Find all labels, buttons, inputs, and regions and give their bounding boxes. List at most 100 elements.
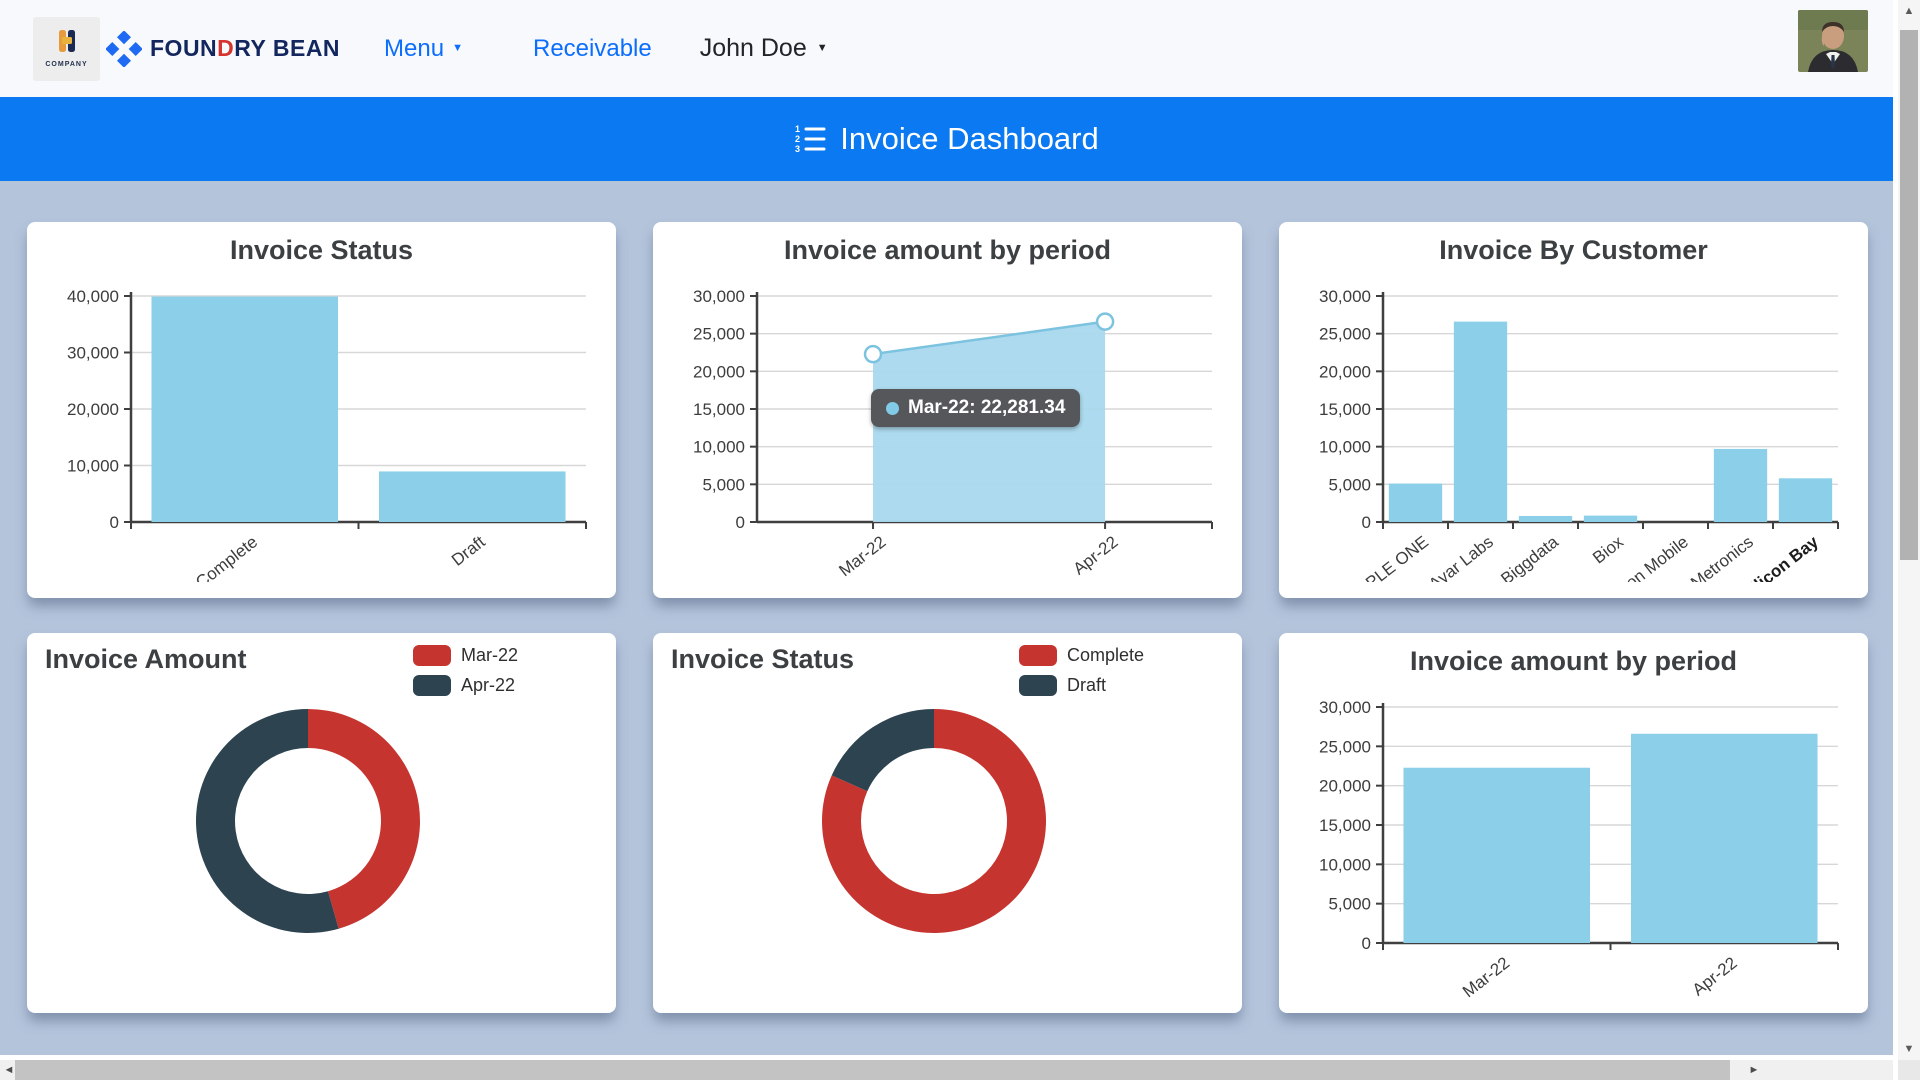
legend-label: Complete [1067, 645, 1144, 666]
chart-title: Invoice By Customer [1279, 222, 1868, 266]
card-invoice-amount-by-period-area: Invoice amount by period 0 5,000 10,000 15,… [653, 222, 1242, 598]
brand-foundry-bean[interactable]: FOUNDRY BEAN [106, 31, 340, 67]
chevron-down-icon: ▼ [452, 43, 463, 54]
chart-title: Invoice amount by period [653, 222, 1242, 266]
legend-item[interactable]: Mar-22 [413, 645, 518, 666]
legend-swatch [413, 645, 451, 666]
svg-text:30,000: 30,000 [1319, 287, 1371, 306]
donut-chart-invoice-amount[interactable] [192, 705, 424, 942]
tooltip-text: Mar-22: 22,281.34 [908, 397, 1065, 419]
company-logo[interactable]: COMPANY [33, 17, 100, 81]
svg-text:Mar-22: Mar-22 [1459, 953, 1513, 1001]
brand-diamond-icon [106, 31, 142, 67]
navbar: COMPANY FOUNDRY BEAN Menu ▼ Receivable J… [0, 0, 1893, 97]
company-logo-label: COMPANY [45, 61, 87, 68]
scroll-right-arrow[interactable]: ► [1745, 1060, 1763, 1080]
chart-legend: Complete Draft [1019, 645, 1144, 696]
chart-title: Invoice Amount [45, 644, 247, 675]
user-name: John Doe [700, 34, 807, 63]
svg-text:25,000: 25,000 [693, 325, 745, 344]
legend-swatch [1019, 675, 1057, 696]
svg-text:15,000: 15,000 [693, 400, 745, 419]
legend-item[interactable]: Draft [1019, 675, 1144, 696]
legend-label: Draft [1067, 675, 1106, 696]
bar-chart-invoice-amount-period[interactable]: 0 5,000 10,000 15,000 20,000 25,000 30,000 Mar-… [1291, 693, 1856, 1008]
legend-item[interactable]: Apr-22 [413, 675, 518, 696]
svg-text:Ayar Labs: Ayar Labs [1425, 532, 1497, 582]
svg-text:10,000: 10,000 [67, 457, 119, 476]
chart-title: Invoice Status [671, 644, 854, 675]
menu-dropdown[interactable]: Menu ▼ [384, 35, 463, 63]
svg-text:0: 0 [1362, 934, 1371, 953]
svg-text:0: 0 [736, 513, 745, 532]
chevron-down-icon: ▼ [817, 43, 828, 54]
nav-link-receivable[interactable]: Receivable [533, 35, 652, 63]
browser-page: COMPANY FOUNDRY BEAN Menu ▼ Receivable J… [0, 0, 1920, 1080]
svg-text:20,000: 20,000 [693, 362, 745, 381]
brand-name: FOUNDRY BEAN [150, 35, 340, 62]
svg-text:5,000: 5,000 [1328, 895, 1371, 914]
svg-text:3: 3 [795, 144, 800, 154]
horizontal-scrollbar[interactable]: ◄ ► [0, 1060, 1893, 1080]
svg-text:Complete: Complete [192, 532, 261, 582]
svg-text:30,000: 30,000 [693, 287, 745, 306]
legend-swatch [413, 675, 451, 696]
svg-text:30,000: 30,000 [1319, 698, 1371, 717]
receivable-label: Receivable [533, 35, 652, 63]
menu-label: Menu [384, 35, 444, 63]
svg-text:10,000: 10,000 [1319, 855, 1371, 874]
card-grid: Invoice Status 010,00020,00030,00040,000… [0, 181, 1893, 1013]
donut-chart-invoice-status[interactable] [818, 705, 1050, 942]
scroll-down-arrow[interactable]: ▼ [1898, 1040, 1920, 1058]
avatar-photo [1798, 10, 1868, 72]
svg-text:2: 2 [795, 134, 800, 144]
chart-title: Invoice amount by period [1279, 633, 1868, 677]
chart-title: Invoice Status [27, 222, 616, 266]
svg-text:30,000: 30,000 [67, 344, 119, 363]
svg-text:1: 1 [795, 124, 800, 134]
svg-text:20,000: 20,000 [1319, 362, 1371, 381]
svg-text:25,000: 25,000 [1319, 325, 1371, 344]
list-ol-icon: 123 [794, 124, 826, 154]
chart-legend: Mar-22 Apr-22 [413, 645, 518, 696]
brand-letter-d: D [217, 35, 234, 61]
legend-label: Mar-22 [461, 645, 518, 666]
vertical-scrollbar[interactable]: ▲ ▼ [1898, 0, 1920, 1060]
area-chart-invoice-amount[interactable]: 0 5,000 10,000 15,000 20,000 25,000 30,000 Mar-… [665, 282, 1230, 587]
svg-text:10,000: 10,000 [693, 438, 745, 457]
svg-text:Metronics: Metronics [1687, 532, 1757, 582]
svg-text:0: 0 [110, 513, 119, 532]
svg-text:5,000: 5,000 [1328, 475, 1371, 494]
svg-text:APPLE ONE: APPLE ONE [1344, 532, 1432, 582]
svg-text:20,000: 20,000 [67, 400, 119, 419]
svg-text:Draft: Draft [448, 532, 489, 570]
page-title: Invoice Dashboard [840, 121, 1099, 157]
bar-chart-invoice-by-customer[interactable]: 05,00010,00015,00020,00025,00030,000APPL… [1291, 282, 1856, 587]
svg-text:20,000: 20,000 [1319, 777, 1371, 796]
scroll-up-arrow[interactable]: ▲ [1898, 2, 1920, 20]
svg-text:25,000: 25,000 [1319, 737, 1371, 756]
card-invoice-status-donut: Invoice Status Complete Draft [653, 633, 1242, 1013]
page-header: 123 Invoice Dashboard [0, 97, 1893, 181]
card-invoice-amount-donut: Invoice Amount Mar-22 Apr-22 [27, 633, 616, 1013]
legend-item[interactable]: Complete [1019, 645, 1144, 666]
svg-text:15,000: 15,000 [1319, 816, 1371, 835]
card-invoice-amount-by-period-bar: Invoice amount by period 0 5,000 10,000 15,… [1279, 633, 1868, 1013]
svg-text:Apr-22: Apr-22 [1689, 953, 1741, 999]
svg-text:Apr-22: Apr-22 [1070, 532, 1122, 578]
svg-text:Biox: Biox [1589, 532, 1627, 568]
card-invoice-status-bar: Invoice Status 010,00020,00030,00040,000… [27, 222, 616, 598]
svg-text:15,000: 15,000 [1319, 400, 1371, 419]
svg-text:0: 0 [1362, 513, 1371, 532]
horizontal-scroll-thumb[interactable] [15, 1060, 1730, 1080]
bar-chart-invoice-status[interactable]: 010,00020,00030,00040,000CompleteDraft [39, 282, 604, 587]
user-avatar[interactable] [1798, 10, 1868, 72]
legend-swatch [1019, 645, 1057, 666]
svg-text:5,000: 5,000 [702, 475, 745, 494]
user-dropdown[interactable]: John Doe ▼ [700, 34, 828, 63]
chart-tooltip: Mar-22: 22,281.34 [871, 389, 1080, 427]
card-invoice-by-customer-bar: Invoice By Customer 05,00010,00015,00020… [1279, 222, 1868, 598]
svg-text:Mar-22: Mar-22 [835, 532, 889, 580]
company-logo-icon [50, 29, 84, 59]
vertical-scroll-thumb[interactable] [1900, 30, 1918, 560]
